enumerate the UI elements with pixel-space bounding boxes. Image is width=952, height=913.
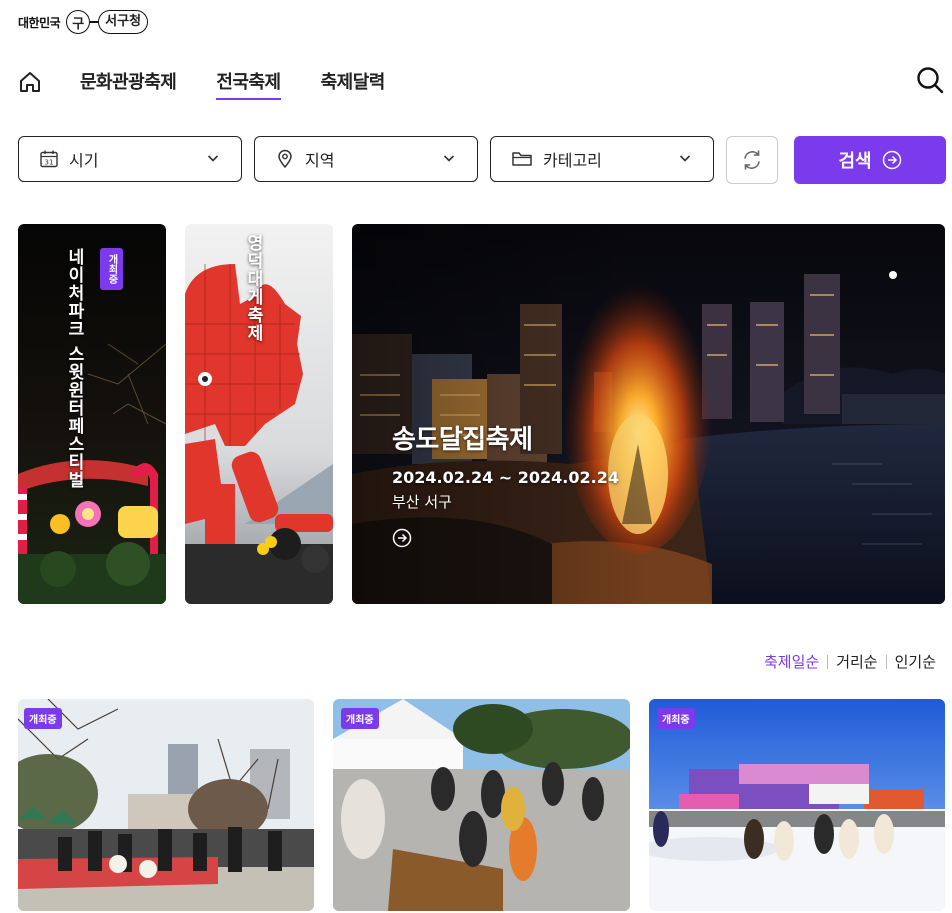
sort-by-distance[interactable]: 거리순	[828, 651, 885, 672]
logo-text: 서구청	[98, 10, 149, 34]
search-button[interactable]: 검색	[794, 136, 946, 184]
district-logo: 구 서구청	[66, 10, 149, 34]
nav-item-festival-calendar[interactable]: 축제달력	[321, 68, 386, 100]
period-label: 시기	[69, 151, 99, 170]
search-icon[interactable]	[916, 66, 944, 94]
category-label: 카테고리	[543, 151, 602, 170]
sort-by-date[interactable]: 축제일순	[756, 651, 827, 672]
chevron-down-icon	[443, 155, 455, 162]
category-select[interactable]: 카테고리	[490, 136, 714, 182]
arrow-right-circle-icon[interactable]	[392, 528, 412, 548]
featured-card-songdo[interactable]: 송도달집축제 2024.02.24 ~ 2024.02.24 부산 서구	[352, 224, 945, 604]
featured-card-yeongdeok[interactable]: 영덕대게축제	[185, 224, 333, 604]
featured-title: 송도달집축제	[392, 425, 533, 455]
nav-menu: 문화관광축제 전국축제 축제달력	[80, 68, 385, 100]
nav-item-national-festival[interactable]: 전국축제	[216, 68, 281, 100]
status-badge: 개최중	[341, 708, 379, 729]
refresh-icon	[744, 150, 760, 170]
home-icon[interactable]	[18, 70, 42, 94]
featured-location: 부산 서구	[392, 493, 452, 511]
logo-char: 구	[66, 10, 91, 34]
festival-photo	[18, 224, 166, 604]
featured-info: 송도달집축제 2024.02.24 ~ 2024.02.24 부산 서구	[392, 419, 619, 552]
svg-text:31: 31	[45, 159, 54, 167]
status-badge: 개최중	[657, 708, 695, 729]
festival-list-item[interactable]: 개최중	[333, 699, 630, 911]
nav-item-culture-festival[interactable]: 문화관광축제	[80, 68, 177, 100]
sort-by-popularity[interactable]: 인기순	[887, 651, 944, 672]
calendar-icon: 31	[40, 150, 58, 168]
festival-list-item[interactable]: 개최중	[18, 699, 314, 911]
region-label: 지역	[305, 151, 335, 170]
region-select[interactable]: 지역	[254, 136, 478, 182]
arrow-right-circle-icon	[882, 150, 901, 170]
festival-photo	[649, 699, 945, 911]
featured-date: 2024.02.24 ~ 2024.02.24	[392, 468, 619, 487]
reset-button[interactable]	[726, 136, 778, 184]
featured-card-nature-park[interactable]: 개최중 네이처파크 스윗윈터페스티벌	[18, 224, 166, 604]
festival-photo	[18, 699, 314, 911]
featured-title: 네이처파크 스윗윈터페스티벌	[64, 248, 84, 489]
status-badge: 개최중	[24, 708, 62, 729]
festival-list-item[interactable]: 개최중	[649, 699, 945, 911]
search-button-label: 검색	[838, 151, 872, 172]
gov-label: 대한민국	[18, 15, 61, 30]
folder-icon	[512, 152, 532, 166]
chevron-down-icon	[679, 155, 691, 162]
festival-photo	[333, 699, 630, 911]
site-logo[interactable]: 대한민국 구 서구청	[18, 10, 149, 34]
main-nav: 문화관광축제 전국축제 축제달력	[18, 66, 944, 100]
sort-options: 축제일순 거리순 인기순	[756, 651, 944, 672]
chevron-down-icon	[207, 155, 219, 162]
location-pin-icon	[278, 149, 292, 169]
status-badge: 개최중	[100, 248, 123, 290]
period-select[interactable]: 31 시기	[18, 136, 242, 182]
featured-title: 영덕대게축제	[243, 234, 263, 342]
